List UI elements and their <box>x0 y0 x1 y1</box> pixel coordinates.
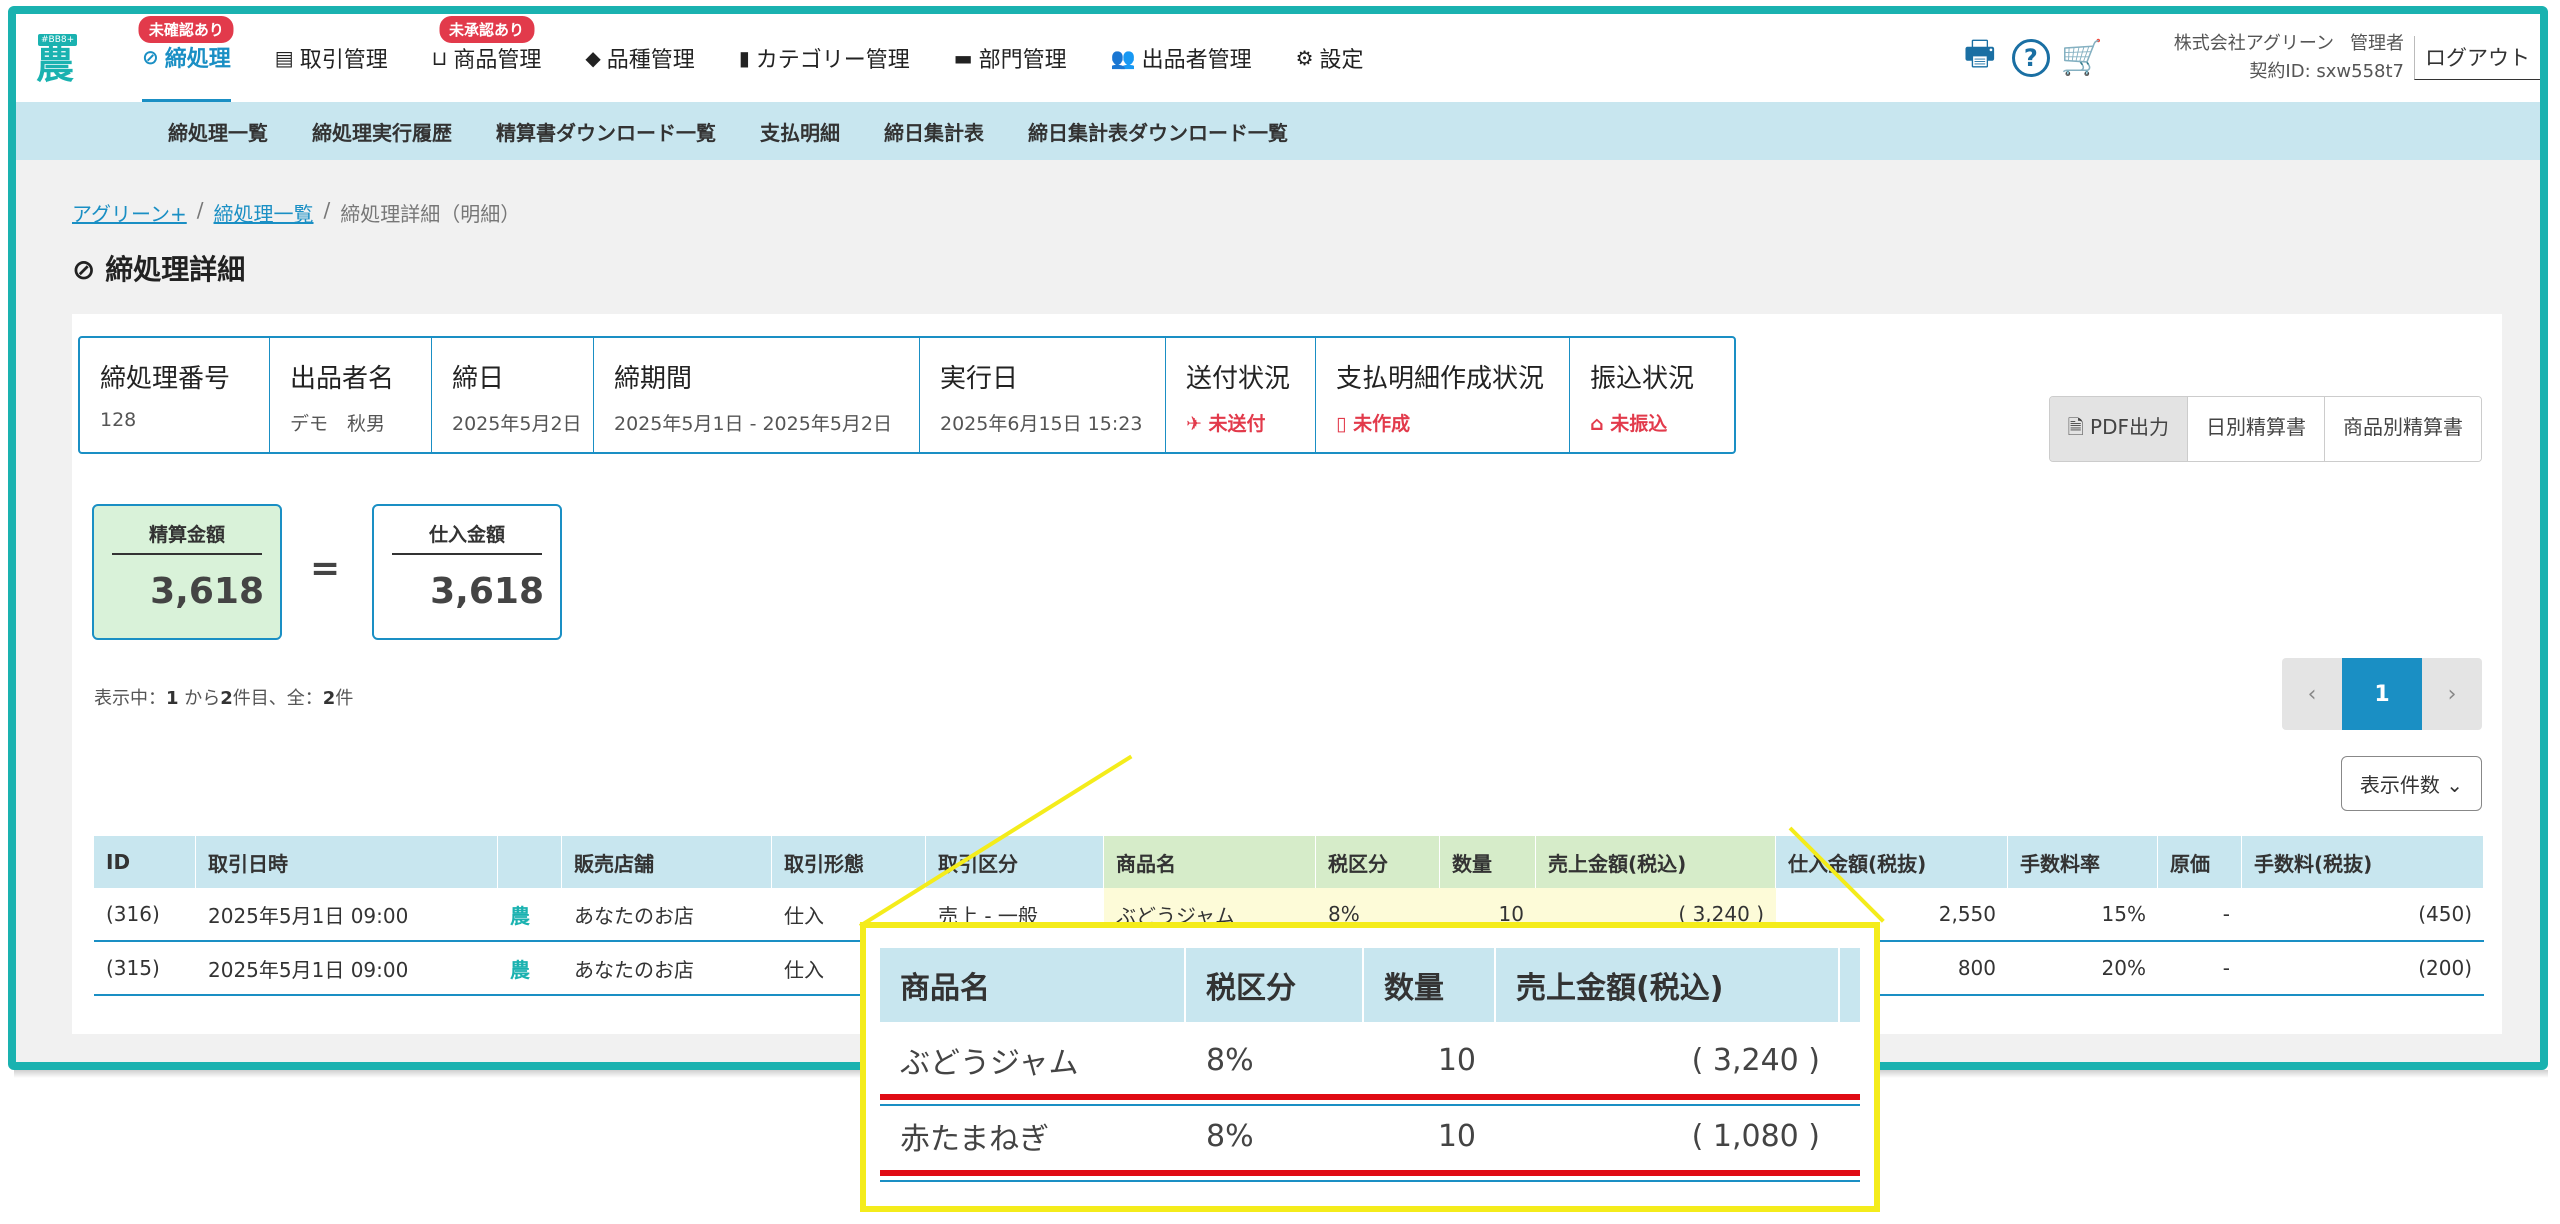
statement-status-badge: 未作成 <box>1353 413 1411 435</box>
check-circle-icon: ⊘ <box>72 253 106 286</box>
basket-icon: ⊔ <box>431 46 448 70</box>
cart-icon[interactable]: 🛒 <box>2060 36 2104 80</box>
document-icon: ▯ <box>1336 413 1354 435</box>
breadcrumb-current: 締処理詳細（明細） <box>340 202 521 226</box>
pagination: ‹ 1 › <box>2282 658 2482 730</box>
company-name: 株式会社アグリーン <box>2173 33 2334 54</box>
breadcrumb-closing-list[interactable]: 締処理一覧 <box>214 198 314 227</box>
subnav-closing-history[interactable]: 締処理実行履歴 <box>312 117 452 146</box>
purchase-amount: 3,618 <box>430 571 544 612</box>
leaf-icon: 農 <box>510 903 530 928</box>
closing-info-table: 締処理番号 128 出品者名 デモ 秋男 締日 2025年5月2日 締期間 20… <box>78 336 1736 454</box>
prev-page-button[interactable]: ‹ <box>2282 658 2342 730</box>
nav-item-label: 締処理 <box>164 46 231 72</box>
nav-item-departments[interactable]: ▬ 部門管理 <box>954 14 1067 102</box>
subnav-settlement-downloads[interactable]: 精算書ダウンロード一覧 <box>496 117 716 146</box>
user-role: 管理者 <box>2350 33 2404 54</box>
purchase-amount-box: 仕入金額 3,618 <box>372 504 562 640</box>
daily-statement-button[interactable]: 日別精算書 <box>2188 397 2325 461</box>
folder-icon: ▬ <box>953 46 973 70</box>
page-1-button[interactable]: 1 <box>2342 658 2422 730</box>
settlement-amount-box: 精算金額 3,618 <box>92 504 282 640</box>
tag-icon: ◆ <box>585 46 601 70</box>
closing-date-cell: 締日 2025年5月2日 <box>432 338 594 452</box>
nav-item-transactions[interactable]: ▤ 取引管理 <box>275 14 388 102</box>
callout-table: 商品名 税区分 数量 売上金額(税込) ぶどうジャム 8% 10 ( 3,240… <box>880 948 1860 1174</box>
bookmark-icon: ▮ <box>738 46 750 70</box>
nav-item-label: 取引管理 <box>299 48 388 73</box>
users-icon: 👥 <box>1110 46 1136 70</box>
transfer-status-badge: 未振込 <box>1610 413 1668 435</box>
leaf-icon: 農 <box>510 957 530 982</box>
top-navbar: #BB8+ 農 未確認あり ⊘ 締処理 ▤ 取引管理 未承認あり ⊔ 商品管理 … <box>16 14 2540 102</box>
next-page-button[interactable]: › <box>2422 658 2482 730</box>
gear-icon: ⚙ <box>1295 46 1314 70</box>
nav-item-label: 品種管理 <box>606 48 695 73</box>
subnav-payment-statements[interactable]: 支払明細 <box>760 117 840 146</box>
send-status-badge: 未送付 <box>1208 413 1266 435</box>
row-divider <box>880 1104 1860 1106</box>
pdf-icon: 🗎 <box>2067 415 2091 439</box>
bank-icon: ⌂ <box>1590 413 1611 435</box>
page-title: ⊘ 締処理詳細 <box>72 253 246 286</box>
nav-item-label: 設定 <box>1319 48 1364 73</box>
pdf-export-button[interactable]: 🗎 PDF出力 <box>2049 397 2188 461</box>
table-header: ID 取引日時 販売店舗 取引形態 取引区分 商品名 税区分 数量 売上金額(税… <box>94 836 2484 888</box>
paper-plane-icon: ✈ <box>1186 413 1209 435</box>
red-underline <box>880 1094 1860 1100</box>
app-window: #BB8+ 農 未確認あり ⊘ 締処理 ▤ 取引管理 未承認あり ⊔ 商品管理 … <box>8 6 2548 1070</box>
subnav-closing-summary[interactable]: 締日集計表 <box>884 117 984 146</box>
breadcrumb-root[interactable]: アグリーン+ <box>72 198 187 227</box>
transfer-status-cell: 振込状況 ⌂ 未振込 <box>1590 364 1695 435</box>
check-circle-icon: ⊘ <box>142 44 159 69</box>
subnav-closing-list[interactable]: 締処理一覧 <box>168 117 268 146</box>
nav-item-label: 出品者管理 <box>1141 48 1252 73</box>
unapproved-badge: 未承認あり <box>439 16 535 43</box>
callout-row: ぶどうジャム 8% 10 ( 3,240 ) <box>900 1042 1820 1082</box>
equals-sign: = <box>310 548 341 589</box>
closing-no-cell: 締処理番号 128 <box>80 338 270 452</box>
row-divider <box>880 1180 1860 1182</box>
nav-item-categories[interactable]: ▮ カテゴリー管理 <box>739 14 910 102</box>
sub-navbar: 締処理一覧 締処理実行履歴 精算書ダウンロード一覧 支払明細 締日集計表 締日集… <box>16 102 2540 160</box>
receipt-icon: ▤ <box>274 46 294 70</box>
zoom-callout: 商品名 税区分 数量 売上金額(税込) ぶどうジャム 8% 10 ( 3,240… <box>860 922 1880 1212</box>
chevron-down-icon: ⌄ <box>2446 773 2463 797</box>
help-icon[interactable]: ? <box>2011 39 2050 77</box>
product-statement-button[interactable]: 商品別精算書 <box>2325 397 2481 461</box>
logo-glyph: 農 <box>36 43 75 87</box>
subnav-closing-summary-downloads[interactable]: 締日集計表ダウンロード一覧 <box>1028 117 1288 146</box>
nav-item-sellers[interactable]: 👥 出品者管理 <box>1111 14 1252 102</box>
result-count: 表示中：1 から2件目、全：2件 <box>94 688 354 709</box>
callout-row: 赤たまねぎ 8% 10 ( 1,080 ) <box>900 1118 1820 1158</box>
main-nav: 未確認あり ⊘ 締処理 ▤ 取引管理 未承認あり ⊔ 商品管理 ◆ 品種管理 ▮… <box>138 14 1408 102</box>
red-underline <box>880 1170 1860 1176</box>
unconfirmed-badge: 未確認あり <box>138 16 234 43</box>
settlement-amount: 3,618 <box>150 571 264 612</box>
seller-cell: 出品者名 デモ 秋男 <box>270 338 432 452</box>
nav-item-label: 商品管理 <box>453 48 542 73</box>
nav-item-products[interactable]: 未承認あり ⊔ 商品管理 <box>431 14 542 102</box>
logout-link[interactable]: ログアウト <box>2414 36 2540 80</box>
app-logo[interactable]: #BB8+ 農 <box>32 30 90 86</box>
header-right: 🖶 ? 🛒 株式会社アグリーン 管理者 契約ID: sxw558t7 ログアウト <box>1958 14 2540 102</box>
nav-item-label: 部門管理 <box>978 48 1067 73</box>
callout-header: 商品名 税区分 数量 売上金額(税込) <box>880 948 1860 1022</box>
nav-item-varieties[interactable]: ◆ 品種管理 <box>585 14 694 102</box>
contract-id: 契約ID: sxw558t7 <box>2249 61 2404 82</box>
exec-date-cell: 実行日 2025年6月15日 15:23 <box>920 338 1166 452</box>
send-status-cell: 送付状況 ✈ 未送付 <box>1166 338 1316 452</box>
export-button-group: 🗎 PDF出力 日別精算書 商品別精算書 <box>2048 396 2482 462</box>
account-info: 株式会社アグリーン 管理者 契約ID: sxw558t7 <box>2174 30 2404 86</box>
statement-status-cell: 支払明細作成状況 ▯ 未作成 <box>1316 338 1570 452</box>
period-cell: 締期間 2025年5月1日 - 2025年5月2日 <box>594 338 920 452</box>
breadcrumb: アグリーン+ / 締処理一覧 / 締処理詳細（明細） <box>72 198 521 227</box>
printer-icon[interactable]: 🖶 <box>1958 34 2002 80</box>
nav-item-label: カテゴリー管理 <box>755 48 910 73</box>
per-page-dropdown[interactable]: 表示件数 ⌄ <box>2340 756 2482 811</box>
nav-item-settings[interactable]: ⚙ 設定 <box>1296 14 1364 102</box>
nav-item-closing[interactable]: 未確認あり ⊘ 締処理 <box>138 14 234 102</box>
